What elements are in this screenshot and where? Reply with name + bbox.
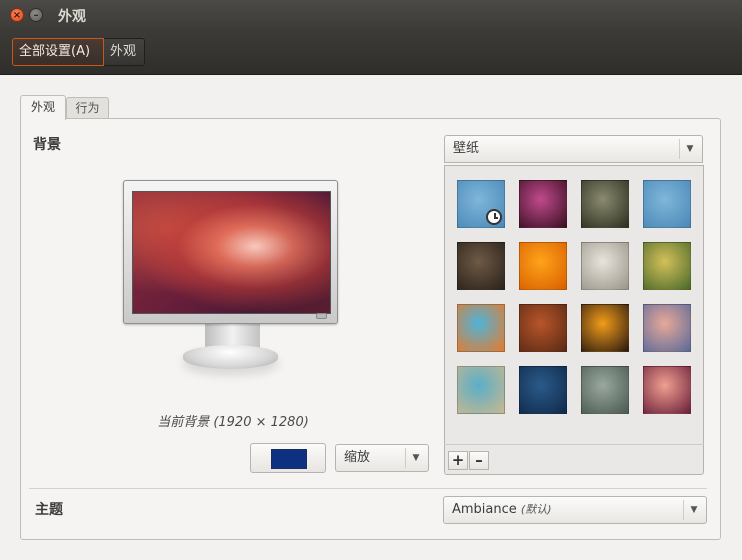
chevron-down-icon: ▼ <box>686 144 694 154</box>
title-bar: × – 外观 <box>0 0 742 30</box>
wallpaper-source-value: 壁纸 <box>453 141 480 156</box>
all-settings-button[interactable]: 全部设置(A) <box>12 38 104 66</box>
wallpaper-yellow-flower-thumbnail[interactable] <box>643 242 691 290</box>
clock-icon <box>486 209 502 225</box>
wallpaper-blurred-plant-thumbnail[interactable] <box>581 366 629 414</box>
monitor-power-led <box>316 313 327 319</box>
wallpaper-sunset-city-thumbnail[interactable] <box>643 304 691 352</box>
minimize-window-button[interactable]: – <box>29 8 43 22</box>
tab-behavior[interactable]: 行为 <box>66 97 109 119</box>
wallpaper-graffiti-thumbnail[interactable] <box>457 304 505 352</box>
wallpaper-ubuntu-warty-thumbnail[interactable] <box>643 366 691 414</box>
wallpaper-tin-toy-thumbnail[interactable] <box>581 242 629 290</box>
breadcrumb-appearance[interactable]: 外观 <box>104 38 145 66</box>
close-window-button[interactable]: × <box>10 8 24 22</box>
current-wallpaper-preview <box>132 191 331 314</box>
wallpaper-rope-thumbnail[interactable] <box>457 366 505 414</box>
dropdown-separator <box>683 500 684 520</box>
minimize-icon: – <box>33 10 39 21</box>
remove-wallpaper-button[interactable]: – <box>469 451 489 470</box>
wallpaper-dark-ground-thumbnail[interactable] <box>457 242 505 290</box>
window-title: 外观 <box>58 9 86 25</box>
wallpaper-rust-shell-thumbnail[interactable] <box>519 304 567 352</box>
wallpaper-source-dropdown[interactable]: 壁纸 ▼ <box>444 135 703 163</box>
close-icon: × <box>12 10 22 21</box>
theme-section-title: 主题 <box>35 502 63 518</box>
theme-value: Ambiance <box>452 502 517 517</box>
dropdown-separator <box>679 139 680 159</box>
wallpaper-white-blossoms-thumbnail[interactable] <box>581 180 629 228</box>
section-divider <box>29 488 707 489</box>
theme-dropdown[interactable]: Ambiance (默认) ▼ <box>443 496 707 524</box>
chevron-down-icon: ▼ <box>690 505 698 515</box>
wallpaper-orange-petals-thumbnail[interactable] <box>519 242 567 290</box>
wallpaper-birds-blue-thumbnail[interactable] <box>457 180 505 228</box>
wallpaper-orange-ring-thumbnail[interactable] <box>581 304 629 352</box>
monitor-preview <box>123 180 338 324</box>
scale-mode-value: 缩放 <box>344 450 371 465</box>
add-wallpaper-button[interactable]: + <box>448 451 468 470</box>
monitor-stand-base <box>183 345 278 369</box>
color-swatch <box>271 449 307 469</box>
toolbar: 全部设置(A) 外观 <box>0 30 742 75</box>
dropdown-separator <box>405 448 406 468</box>
wallpaper-blue-tiles-thumbnail[interactable] <box>519 366 567 414</box>
chevron-down-icon: ▼ <box>412 453 420 463</box>
wallpaper-birds-blue-2-thumbnail[interactable] <box>643 180 691 228</box>
background-color-button[interactable] <box>250 443 326 473</box>
background-section-title: 背景 <box>33 137 61 153</box>
wallpaper-purple-flower-thumbnail[interactable] <box>519 180 567 228</box>
scale-mode-dropdown[interactable]: 缩放 ▼ <box>335 444 429 472</box>
current-background-caption: 当前背景 (1920 × 1280) <box>157 415 309 430</box>
tab-appearance[interactable]: 外观 <box>20 95 66 120</box>
theme-default-tag: (默认) <box>520 503 552 516</box>
grid-divider <box>444 444 704 445</box>
